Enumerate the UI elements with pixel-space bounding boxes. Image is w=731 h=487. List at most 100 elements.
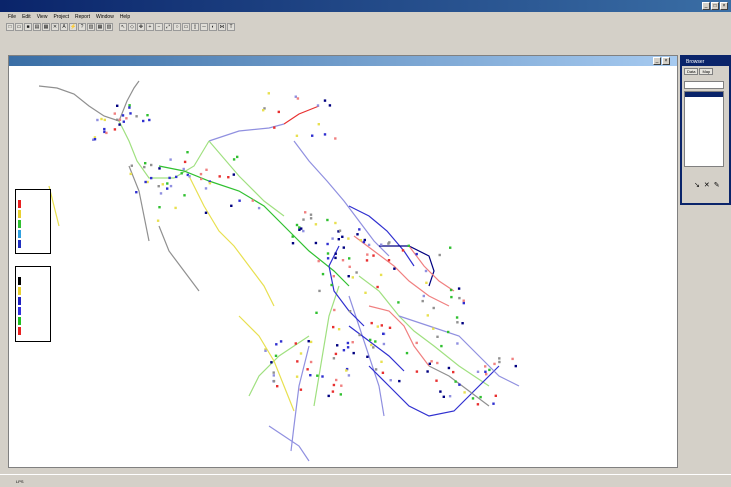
junction-node[interactable] <box>380 324 383 327</box>
junction-node[interactable] <box>342 246 345 249</box>
junction-node[interactable] <box>144 162 147 165</box>
junction-node[interactable] <box>447 366 451 370</box>
junction-node[interactable] <box>182 167 185 171</box>
junction-node[interactable] <box>498 360 501 364</box>
junction-node[interactable] <box>348 265 351 268</box>
junction-node[interactable] <box>426 314 429 317</box>
junction-node[interactable] <box>463 391 466 394</box>
junction-node[interactable] <box>387 259 391 262</box>
junction-node[interactable] <box>218 175 221 178</box>
menu-item-view[interactable]: View <box>37 14 48 20</box>
junction-node[interactable] <box>338 229 342 232</box>
junction-node[interactable] <box>309 374 312 377</box>
junction-node[interactable] <box>307 340 310 343</box>
pipe-link[interactable] <box>268 425 310 462</box>
pipe-link[interactable] <box>290 345 310 452</box>
junction-node[interactable] <box>93 138 97 141</box>
pipe-link[interactable] <box>313 285 340 407</box>
junction-node[interactable] <box>332 325 335 329</box>
run-button[interactable]: ⚡ <box>69 22 77 31</box>
junction-node[interactable] <box>479 395 482 399</box>
junction-node[interactable] <box>105 131 108 135</box>
junction-node[interactable] <box>232 173 235 176</box>
junction-node[interactable] <box>130 164 133 167</box>
junction-node[interactable] <box>359 239 362 242</box>
junction-node[interactable] <box>317 259 320 263</box>
new-button[interactable]: □ <box>6 22 14 31</box>
map-minimize-button[interactable]: _ <box>653 57 661 65</box>
junction-node[interactable] <box>267 92 270 95</box>
junction-node[interactable] <box>471 397 475 400</box>
junction-node[interactable] <box>158 167 161 170</box>
junction-node[interactable] <box>113 112 116 115</box>
junction-node[interactable] <box>332 383 336 387</box>
junction-node[interactable] <box>113 128 117 131</box>
junction-node[interactable] <box>227 176 230 179</box>
junction-node[interactable] <box>333 308 336 312</box>
junction-node[interactable] <box>302 229 305 233</box>
junction-node[interactable] <box>334 352 338 356</box>
close-button[interactable]: × <box>720 2 728 10</box>
junction-node[interactable] <box>150 176 153 180</box>
junction-node[interactable] <box>128 104 131 107</box>
link-legend[interactable] <box>15 266 51 342</box>
junction-node[interactable] <box>355 271 358 274</box>
junction-node[interactable] <box>128 106 131 109</box>
pipe-link[interactable] <box>208 123 285 142</box>
junction-node[interactable] <box>376 325 379 328</box>
junction-node[interactable] <box>200 177 203 181</box>
junction-node[interactable] <box>436 335 439 338</box>
pipe-link[interactable] <box>188 175 275 307</box>
junction-node[interactable] <box>326 252 330 255</box>
junction-node[interactable] <box>337 328 341 331</box>
junction-node[interactable] <box>380 360 383 363</box>
junction-node[interactable] <box>449 246 452 249</box>
junction-node[interactable] <box>150 163 153 167</box>
junction-node[interactable] <box>230 204 233 207</box>
vertex-button[interactable]: ◇ <box>128 22 136 31</box>
edit-icon[interactable]: ✎ <box>714 181 720 189</box>
junction-node[interactable] <box>428 362 431 365</box>
junction-node[interactable] <box>376 285 379 289</box>
menu-item-help[interactable]: Help <box>120 14 130 20</box>
pipe-link[interactable] <box>328 245 365 327</box>
object-type-select[interactable] <box>684 81 724 89</box>
junction-node[interactable] <box>372 254 375 257</box>
junction-node[interactable] <box>347 374 351 377</box>
junction-node[interactable] <box>447 330 450 334</box>
junction-node[interactable] <box>257 206 261 210</box>
junction-node[interactable] <box>351 341 354 344</box>
junction-node[interactable] <box>296 97 300 100</box>
junction-node[interactable] <box>279 340 283 343</box>
junction-node[interactable] <box>264 349 267 352</box>
print-button[interactable]: ▤ <box>33 22 41 31</box>
junction-node[interactable] <box>317 123 320 126</box>
junction-node[interactable] <box>456 321 459 324</box>
junction-node[interactable] <box>348 310 352 313</box>
junction-node[interactable] <box>183 194 186 197</box>
junction-node[interactable] <box>273 126 276 129</box>
junction-node[interactable] <box>424 269 428 273</box>
junction-node[interactable] <box>484 370 487 373</box>
junction-node[interactable] <box>318 289 321 293</box>
junction-node[interactable] <box>174 206 177 210</box>
select-button[interactable]: ↖ <box>119 22 127 31</box>
junction-node[interactable] <box>302 218 305 221</box>
junction-node[interactable] <box>337 238 340 241</box>
junction-node[interactable] <box>166 182 169 185</box>
junction-node[interactable] <box>380 243 383 246</box>
junction-node[interactable] <box>415 370 419 373</box>
junction-node[interactable] <box>156 219 160 222</box>
junction-node[interactable] <box>374 340 377 343</box>
junction-node[interactable] <box>295 375 299 378</box>
junction-node[interactable] <box>204 211 208 214</box>
graph-button[interactable]: ▥ <box>87 22 95 31</box>
junction-node[interactable] <box>334 256 337 260</box>
pipe-link[interactable] <box>158 165 350 287</box>
junction-node[interactable] <box>277 110 280 114</box>
junction-node[interactable] <box>442 395 445 398</box>
junction-node[interactable] <box>309 217 313 220</box>
junction-node[interactable] <box>332 275 335 278</box>
junction-node[interactable] <box>366 355 369 358</box>
junction-node[interactable] <box>484 365 487 368</box>
